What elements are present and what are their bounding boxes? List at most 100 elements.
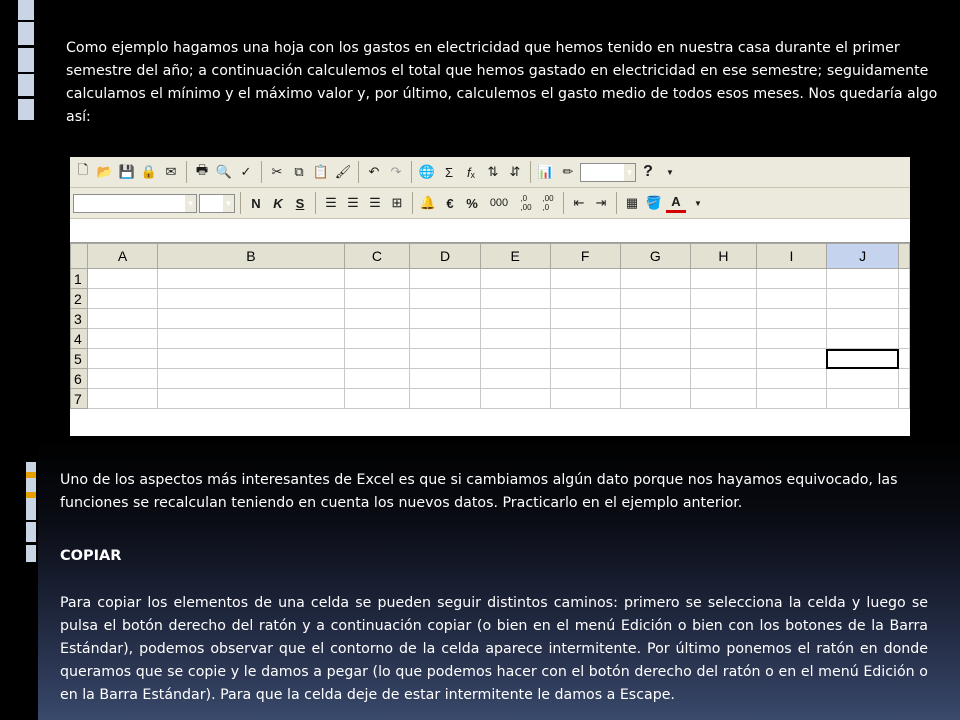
column-header[interactable]: G [619, 243, 691, 269]
cell-F7[interactable] [549, 388, 621, 409]
cell-J3[interactable] [825, 308, 900, 329]
cell-F3[interactable] [549, 308, 621, 329]
cell-G1[interactable] [619, 268, 691, 289]
decrease-decimal-button[interactable]: ,00 ,0 [538, 192, 558, 214]
cell-H4[interactable]: Mínimo [689, 328, 758, 349]
cell-J4[interactable]: Promedio [825, 328, 900, 349]
cell-H2[interactable] [689, 288, 758, 309]
cell-A7[interactable] [86, 388, 159, 409]
cell-A2[interactable] [86, 288, 159, 309]
name-box[interactable]: J5 [70, 223, 162, 239]
print-preview-icon[interactable]: 🔍 [214, 161, 234, 183]
cell-F1[interactable] [549, 268, 621, 289]
cell-A6[interactable] [86, 368, 159, 389]
paste-icon[interactable]: 📋 [311, 161, 331, 183]
cell-B1[interactable]: Electricidad Primer Semestre [157, 268, 345, 289]
cell-E6[interactable] [479, 368, 551, 389]
row-header[interactable]: 4 [70, 328, 88, 349]
column-header[interactable]: D [409, 243, 481, 269]
cell-B6[interactable] [157, 368, 345, 389]
decrease-indent-icon[interactable]: ⇤ [569, 192, 589, 214]
cell-F4[interactable]: Junio [549, 328, 621, 349]
cell-C4[interactable]: Marzo [343, 328, 411, 349]
align-right-icon[interactable]: ☰ [365, 192, 385, 214]
cell-E1[interactable] [479, 268, 551, 289]
help-icon[interactable]: ? [638, 161, 658, 183]
cell-D4[interactable]: Abril [409, 328, 481, 349]
cell-G2[interactable] [619, 288, 691, 309]
align-center-icon[interactable]: ☰ [343, 192, 363, 214]
column-header[interactable]: F [549, 243, 621, 269]
font-select[interactable]: Arial ▼ [73, 193, 197, 213]
thousands-button[interactable]: 000 [484, 192, 514, 214]
cell-overflow[interactable] [898, 368, 910, 389]
row-header[interactable]: 5 [70, 348, 88, 369]
cell-J6[interactable] [825, 368, 900, 389]
cell-G6[interactable] [619, 368, 691, 389]
cell-I3[interactable] [756, 308, 827, 329]
fx-icon[interactable]: fx [224, 223, 244, 239]
cell-H7[interactable] [689, 388, 758, 409]
column-header[interactable]: H [689, 243, 758, 269]
redo-icon[interactable]: ↷ [386, 161, 406, 183]
cell-G4[interactable]: Total [619, 328, 691, 349]
cell-C3[interactable] [343, 308, 411, 329]
sort-desc-icon[interactable]: ⇵ [505, 161, 525, 183]
bold-button[interactable]: N [246, 192, 266, 214]
column-header[interactable]: E [479, 243, 551, 269]
cell-overflow[interactable] [898, 328, 910, 349]
font-size-select[interactable]: 10 ▼ [199, 193, 235, 213]
permission-icon[interactable]: 🔒 [139, 161, 159, 183]
borders-icon[interactable]: ▦ [622, 192, 642, 214]
row-header[interactable]: 6 [70, 368, 88, 389]
undo-icon[interactable]: ↶ [364, 161, 384, 183]
cell-E4[interactable]: Mayo [479, 328, 551, 349]
fill-color-icon[interactable]: 🪣 [644, 192, 664, 214]
toolbar-options-icon[interactable]: ▼ [688, 192, 708, 214]
italic-button[interactable]: K [268, 192, 288, 214]
cell-B2[interactable] [157, 288, 345, 309]
cell-E2[interactable] [479, 288, 551, 309]
cell-I1[interactable] [756, 268, 827, 289]
row-header[interactable]: 2 [70, 288, 88, 309]
cell-I5[interactable]: 244,00 € [756, 348, 827, 369]
column-header[interactable]: B [157, 243, 345, 269]
row-header[interactable]: 3 [70, 308, 88, 329]
chart-icon[interactable]: 📊 [536, 161, 556, 183]
cell-G3[interactable] [619, 308, 691, 329]
cell-A5[interactable]: 244,00 € [86, 348, 159, 369]
cell-B7[interactable] [157, 388, 345, 409]
cell-D5[interactable]: 150,00 € [409, 348, 481, 369]
autosum-icon[interactable]: Σ [439, 161, 459, 183]
cell-E5[interactable]: 120,00 € [479, 348, 551, 369]
sort-asc-icon[interactable]: ⇅ [483, 161, 503, 183]
cell-D7[interactable] [409, 388, 481, 409]
increase-decimal-button[interactable]: ,0 ,00 [516, 192, 536, 214]
spelling-icon[interactable]: ✓ [236, 161, 256, 183]
cell-G5[interactable]: 938,00 € [619, 348, 691, 369]
function-icon[interactable]: fₓ [461, 161, 481, 183]
new-icon[interactable]: 🗋 [73, 161, 93, 183]
formula-input[interactable]: =PROMEDIO(A5:F5) [248, 222, 388, 239]
cell-C7[interactable] [343, 388, 411, 409]
cell-I7[interactable] [756, 388, 827, 409]
cell-I4[interactable]: Máximo [756, 328, 827, 349]
format-painter-icon[interactable]: 🖌 [333, 161, 353, 183]
cell-J2[interactable] [825, 288, 900, 309]
cell-I2[interactable] [756, 288, 827, 309]
cell-H6[interactable] [689, 368, 758, 389]
column-header[interactable] [898, 243, 910, 269]
zoom-select[interactable]: 100% ▼ [580, 162, 636, 182]
merge-center-icon[interactable]: ⊞ [387, 192, 407, 214]
underline-button[interactable]: S [290, 192, 310, 214]
cell-overflow[interactable] [898, 268, 910, 289]
toolbar-options-icon[interactable]: ▼ [660, 161, 680, 183]
cell-F5[interactable]: 100,00 € [549, 348, 621, 369]
cut-icon[interactable]: ✂ [267, 161, 287, 183]
cell-overflow[interactable] [898, 288, 910, 309]
currency-button[interactable]: € [440, 192, 460, 214]
cell-B3[interactable] [157, 308, 345, 329]
cell-H3[interactable] [689, 308, 758, 329]
column-header[interactable]: C [343, 243, 411, 269]
cell-C5[interactable]: 99,00 € [343, 348, 411, 369]
